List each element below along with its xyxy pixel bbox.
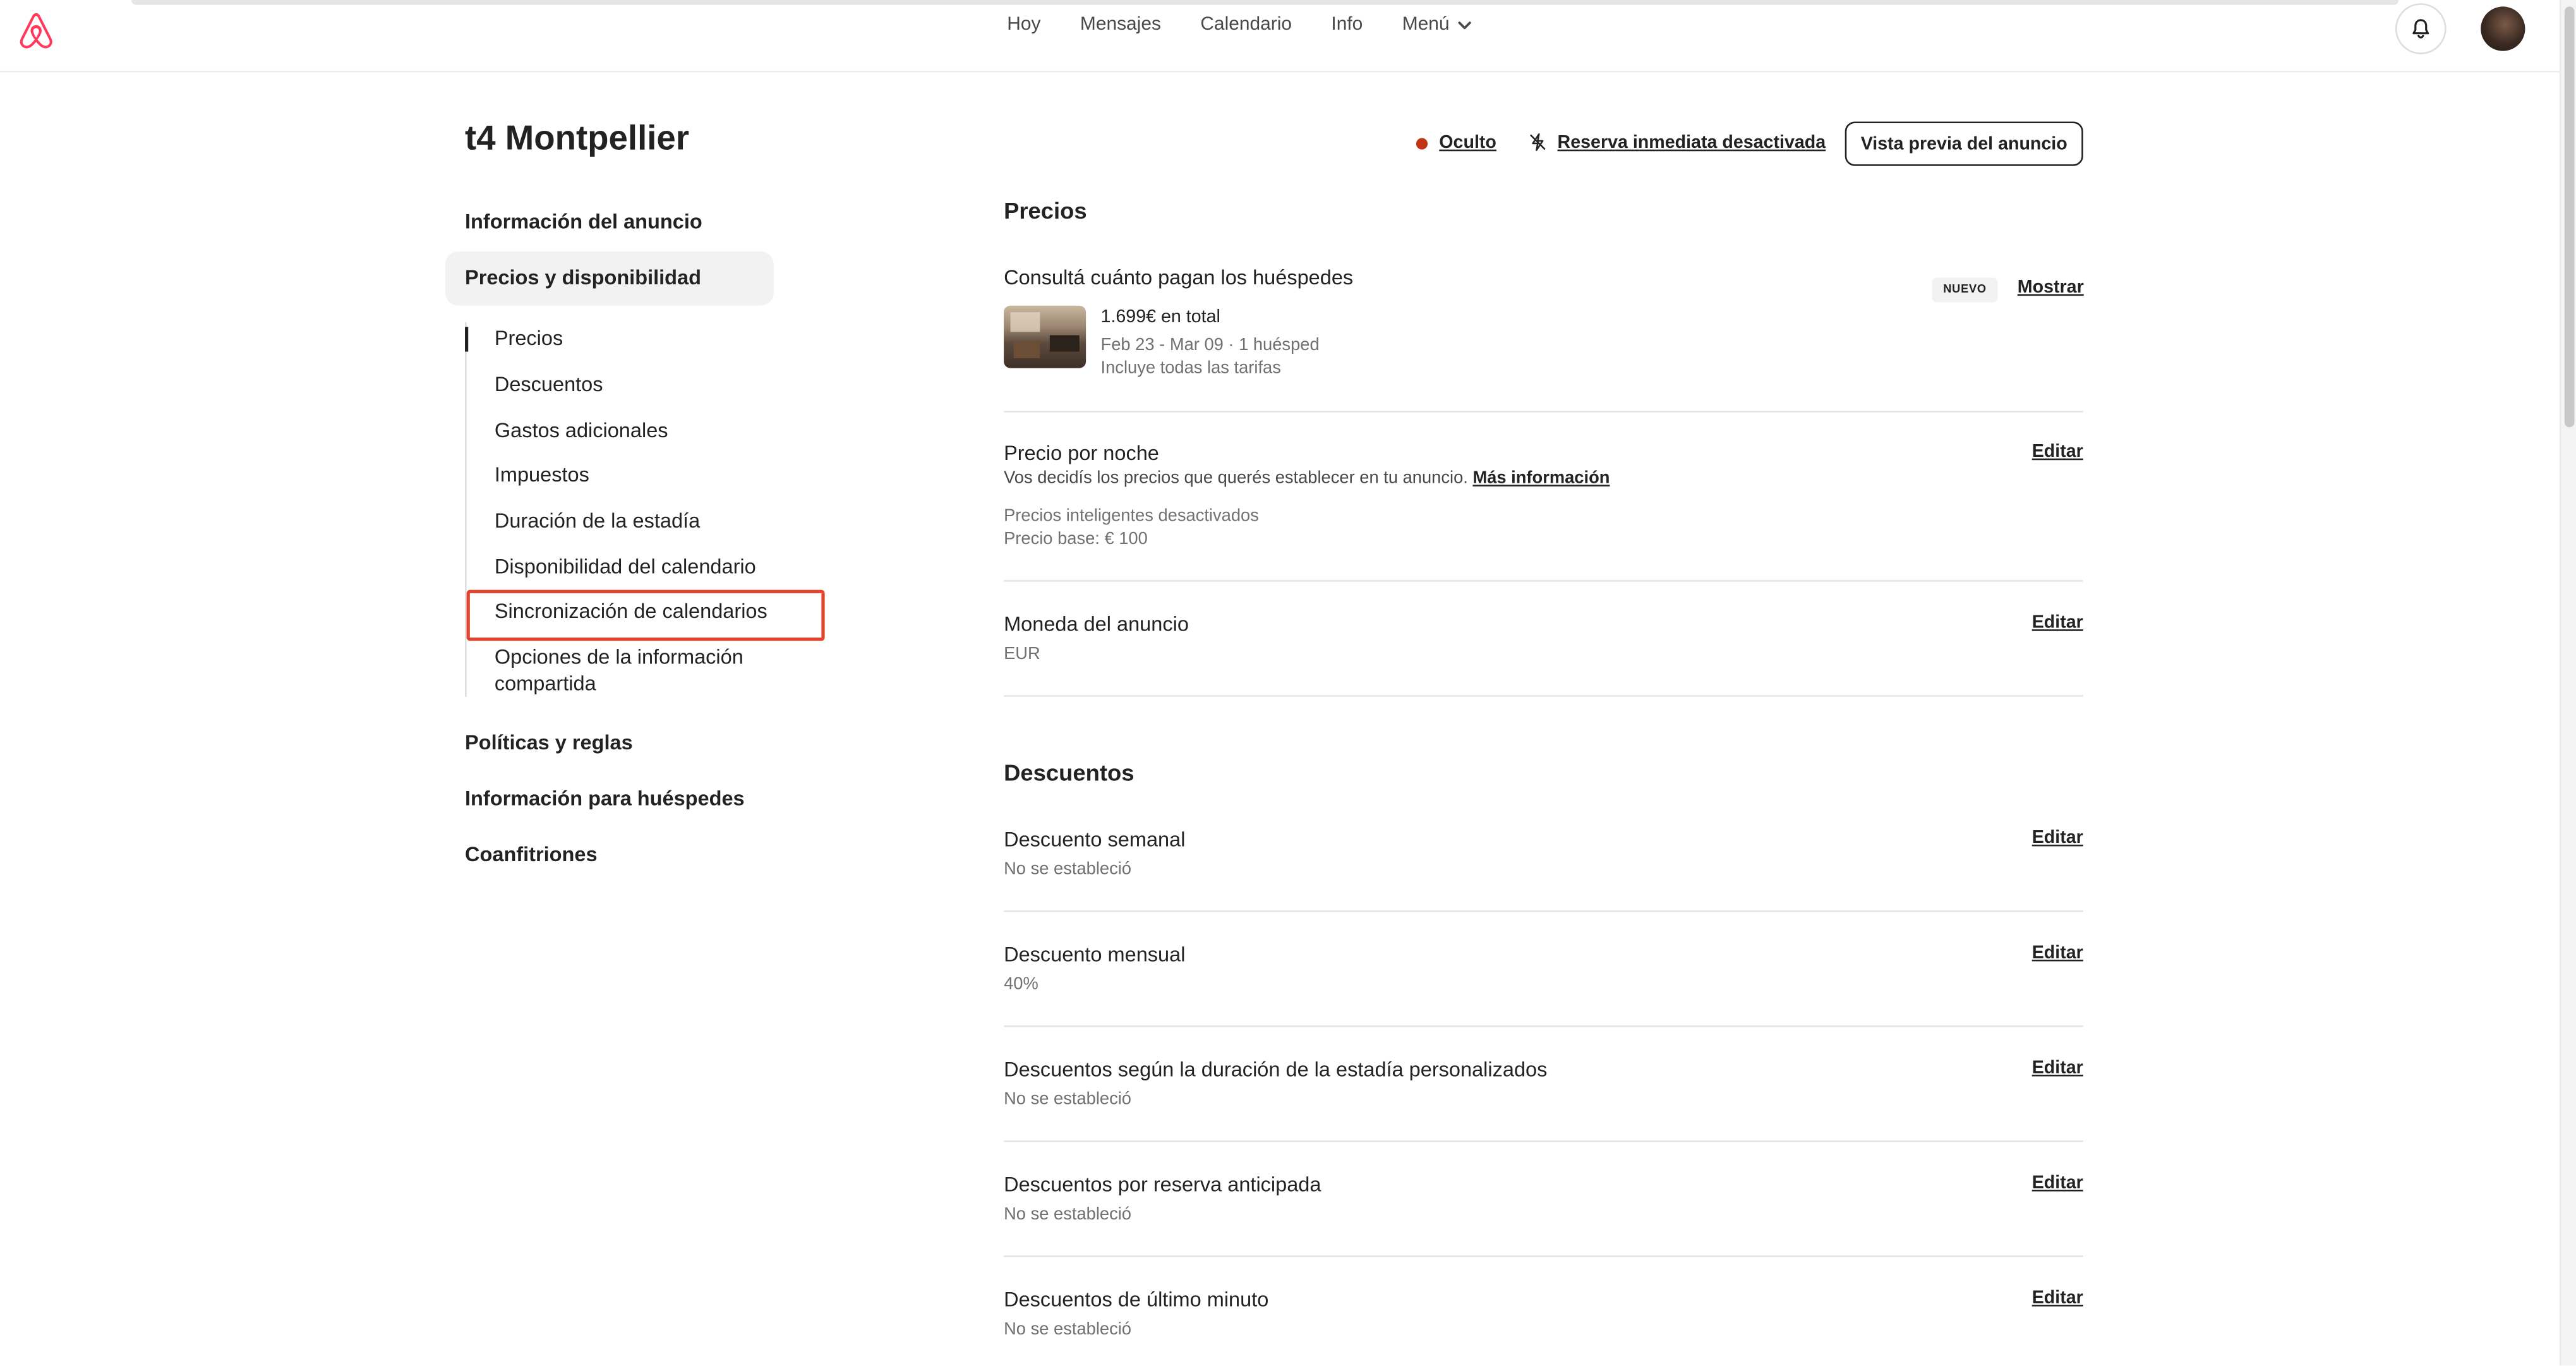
bell-icon [2412,19,2429,39]
monthly-discount-title: Descuento mensual [1004,943,1186,967]
subnav-item-stay-length[interactable]: Duración de la estadía [495,509,700,535]
top-nav: Hoy Mensajes Calendario Info Menú [1007,15,1512,35]
nav-menu[interactable]: Menú [1402,15,1472,35]
subnav-item-taxes[interactable]: Impuestos [495,463,589,488]
page-title: t4 Montpellier [465,119,690,158]
notifications-button[interactable] [2395,3,2447,54]
divider [1004,580,2083,582]
base-price: Precio base: € 100 [1004,529,1148,549]
divider [1004,411,2083,413]
edit-early-bird-discount-button[interactable]: Editar [2032,1173,2083,1193]
subnav-active-indicator [465,327,469,352]
subnav-item-extra-fees[interactable]: Gastos adicionales [495,419,668,444]
subnav-item-sharing-options-line1: Opciones de la información [494,646,743,669]
listing-status[interactable]: Oculto [1416,133,1496,153]
subnav-item-prices[interactable]: Precios [495,327,563,353]
divider [1004,1025,2083,1027]
nightly-price-title: Precio por noche [1004,442,1159,466]
user-avatar[interactable] [2481,6,2525,51]
discounts-section-title: Descuentos [1004,759,1135,786]
divider [1004,1140,2083,1142]
weekly-discount-value: No se estableció [1004,859,1132,879]
top-edge-bar [131,0,2399,5]
nav-calendar[interactable]: Calendario [1200,15,1292,34]
instant-book-status[interactable]: Reserva inmediata desactivada [1528,131,1826,153]
smart-pricing-status: Precios inteligentes desactivados [1004,506,1259,526]
custom-length-discount-title: Descuentos según la duración de la estad… [1004,1058,1548,1082]
listing-thumbnail [1004,305,1086,368]
more-info-link[interactable]: Más información [1472,468,1610,488]
calendar-sync-highlight [466,589,825,641]
preview-listing-button[interactable]: Vista previa del anuncio [1845,121,2083,166]
thumbnail-window [1010,312,1040,332]
sidebar-item-pricing-availability[interactable]: Precios y disponibilidad [465,266,701,289]
early-bird-discount-value: No se estableció [1004,1204,1132,1224]
sidebar-item-policies[interactable]: Políticas y reglas [465,731,633,754]
top-header: Hoy Mensajes Calendario Info Menú [0,0,2560,73]
thumbnail-table [1013,341,1040,358]
scrollbar-thumb[interactable] [2564,6,2575,428]
nav-menu-label: Menú [1402,15,1450,35]
weekly-discount-title: Descuento semanal [1004,828,1186,852]
edit-weekly-discount-button[interactable]: Editar [2032,828,2083,848]
instant-book-link[interactable]: Reserva inmediata desactivada [1558,132,1826,152]
nav-info[interactable]: Info [1331,15,1363,34]
nav-messages[interactable]: Mensajes [1080,15,1161,34]
edit-custom-length-discount-button[interactable]: Editar [2032,1058,2083,1078]
status-dot [1416,137,1428,149]
divider [1004,695,2083,697]
divider [1004,1255,2083,1257]
subnav-rail [465,322,467,697]
lightning-off-icon [1530,133,1546,151]
custom-length-discount-value: No se estableció [1004,1089,1132,1109]
monthly-discount-value: 40% [1004,974,1038,994]
edit-currency-button[interactable]: Editar [2032,613,2083,632]
nightly-price-description-text: Vos decidís los precios que querés estab… [1004,468,1468,488]
chevron-down-icon [1459,20,1472,28]
thumbnail-sofa [1049,335,1080,352]
sidebar-item-cohosts[interactable]: Coanfitriones [465,843,598,866]
nav-today[interactable]: Hoy [1007,15,1040,34]
status-hidden-link[interactable]: Oculto [1439,133,1496,153]
subnav-item-discounts[interactable]: Descuentos [495,373,603,398]
last-minute-discount-title: Descuentos de último minuto [1004,1288,1269,1312]
price-fees-note: Incluye todas las tarifas [1100,358,1281,378]
show-guest-price-link[interactable]: Mostrar [2018,278,2084,298]
guest-pay-title: Consultá cuánto pagan los huéspedes [1004,266,1354,289]
edit-last-minute-discount-button[interactable]: Editar [2032,1288,2083,1308]
subnav-item-calendar-availability[interactable]: Disponibilidad del calendario [495,555,756,581]
currency-value: EUR [1004,644,1040,664]
new-badge: NUEVO [1932,277,1998,303]
nightly-price-description: Vos decidís los precios que querés estab… [1004,468,1610,488]
app-root: Hoy Mensajes Calendario Info Menú t4 Mon… [0,0,2576,1366]
airbnb-logo-icon[interactable] [13,10,59,53]
price-dates: Feb 23 - Mar 09 · 1 huésped [1100,335,1320,355]
last-minute-discount-value: No se estableció [1004,1319,1132,1339]
early-bird-discount-title: Descuentos por reserva anticipada [1004,1173,1321,1197]
sidebar-item-listing-info[interactable]: Información del anuncio [465,210,702,233]
edit-nightly-price-button[interactable]: Editar [2032,442,2083,462]
currency-title: Moneda del anuncio [1004,613,1189,636]
divider [1004,910,2083,912]
edit-monthly-discount-button[interactable]: Editar [2032,943,2083,963]
pricing-section-title: Precios [1004,197,1087,224]
page-scrollbar[interactable] [2560,0,2576,1366]
price-total: 1.699€ en total [1100,307,1220,327]
subnav-item-sharing-options[interactable]: Opciones de la información compartida [495,646,743,697]
subnav-item-sharing-options-line2: compartida [494,671,596,694]
sidebar-item-guest-info[interactable]: Información para huéspedes [465,787,745,810]
